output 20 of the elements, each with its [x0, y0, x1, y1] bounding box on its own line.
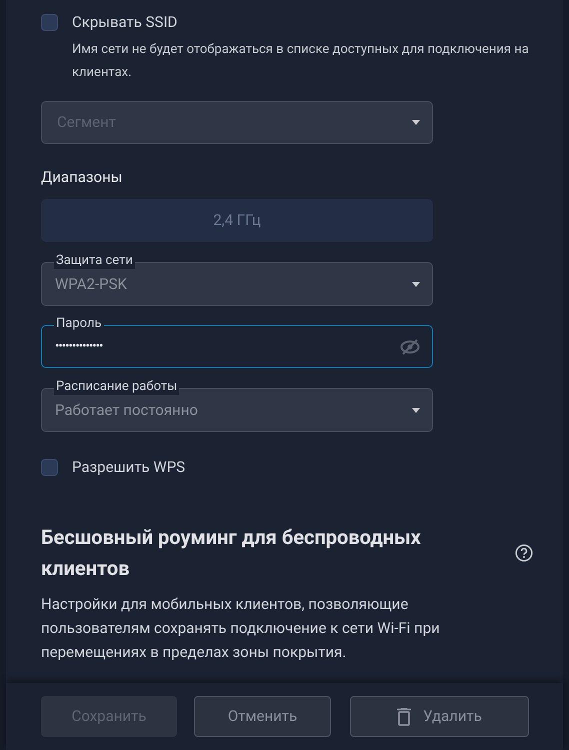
checkbox-label: Скрывать SSID	[72, 12, 178, 33]
trash-icon	[397, 708, 412, 726]
section-title: Диапазоны	[41, 166, 124, 188]
field-label: Пароль	[54, 316, 104, 332]
cancel-button[interactable]: Отменить	[194, 696, 331, 737]
field-label: Расписание работы	[54, 379, 180, 395]
delete-button[interactable]: Удалить	[350, 696, 529, 737]
hint-text: Имя сети не будет отображаться в списке доступных для подключения на клиентах.	[72, 40, 530, 82]
checkbox[interactable]	[41, 458, 58, 476]
caret-icon	[412, 282, 420, 286]
field-label: Защита сети	[54, 253, 135, 269]
caret-icon	[412, 120, 420, 124]
help-icon[interactable]	[515, 544, 533, 562]
section-heading: Бесшовный роуминг для беспроводных клиентов	[41, 524, 422, 582]
checkbox[interactable]	[41, 14, 58, 31]
band-toggle[interactable]: 2,4 ГГц	[41, 199, 433, 242]
eye-slash-icon[interactable]	[400, 338, 420, 354]
section-description: Настройки для мобильных клиентов, позволяющие пользователям сохранять подключение к сети Wi-Fi при перемещениях в пределах зоны покрытия.	[41, 594, 441, 662]
checkbox-label: Разрешить WPS	[72, 457, 186, 478]
caret-icon	[412, 408, 420, 412]
